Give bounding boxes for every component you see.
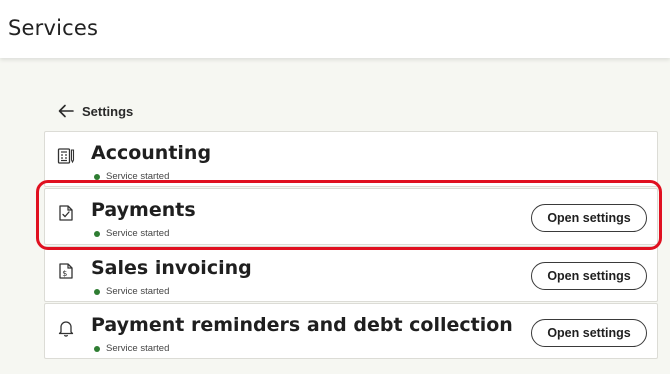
document-check-icon: [59, 205, 73, 221]
status-dot: [94, 230, 100, 237]
service-status-text: Service started: [106, 228, 170, 239]
service-card-accounting: Accounting Service started: [44, 131, 658, 187]
service-status: Service started: [94, 286, 169, 297]
service-status-text: Service started: [106, 171, 170, 182]
arrow-left-icon: [58, 104, 74, 118]
status-dot: [94, 288, 100, 295]
service-status-text: Service started: [106, 286, 170, 297]
breadcrumb-back[interactable]: Settings: [58, 101, 133, 121]
invoice-dollar-icon: $: [59, 263, 73, 279]
ledger-pen-icon: [57, 148, 75, 164]
service-title: Payments: [91, 199, 196, 221]
service-status-text: Service started: [106, 343, 170, 354]
service-card-payment-reminders: Payment reminders and debt collection Se…: [44, 303, 658, 359]
service-status: Service started: [94, 228, 169, 239]
open-settings-button[interactable]: Open settings: [531, 262, 647, 290]
service-status: Service started: [94, 343, 169, 354]
svg-text:$: $: [62, 269, 67, 278]
service-title: Sales invoicing: [91, 257, 252, 279]
page-title: Services: [8, 16, 99, 40]
service-card-payments: Payments Service started Open settings: [44, 188, 658, 245]
breadcrumb-label: Settings: [82, 103, 134, 119]
service-title: Payment reminders and debt collection: [91, 314, 513, 336]
service-card-sales-invoicing: $ Sales invoicing Service started Open s…: [44, 246, 658, 302]
service-title: Accounting: [91, 142, 212, 164]
status-dot: [94, 173, 100, 180]
open-settings-button[interactable]: Open settings: [531, 204, 647, 232]
open-settings-button[interactable]: Open settings: [531, 319, 647, 347]
service-status: Service started: [94, 171, 169, 182]
bell-icon: [58, 321, 74, 337]
top-bar: Services: [0, 0, 670, 58]
status-dot: [94, 345, 100, 352]
